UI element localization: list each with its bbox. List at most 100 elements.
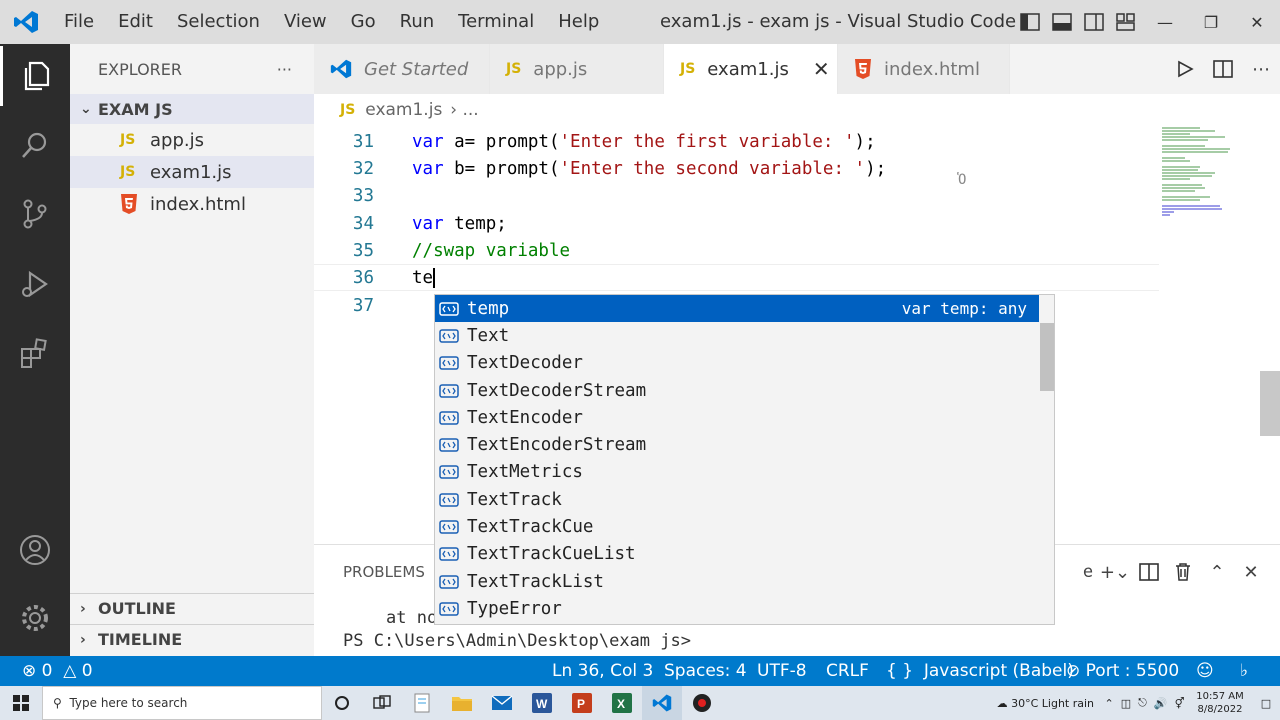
tab-problems[interactable]: PROBLEMS	[343, 563, 425, 581]
code-line[interactable]: 33	[314, 182, 1159, 209]
terminal-prompt[interactable]: PS C:\Users\Admin\Desktop\exam js>	[343, 631, 691, 651]
suggestion-detail: var temp: any	[901, 299, 1027, 319]
suggestion-item[interactable]: TextTrack	[435, 486, 1039, 513]
code-string: 'Enter the first variable: '	[559, 131, 855, 152]
code-line[interactable]: 35 //swap variable	[314, 237, 1159, 264]
excel-icon[interactable]: X	[602, 686, 642, 720]
explorer-icon[interactable]	[0, 46, 70, 106]
file-label: index.html	[150, 193, 246, 215]
usb-icon[interactable]: ⎋	[1138, 696, 1147, 710]
close-panel-icon[interactable]: ✕	[1234, 562, 1268, 583]
code-line[interactable]: 34 var temp;	[314, 210, 1159, 237]
code-line[interactable]: 32 var b= prompt('Enter the second varia…	[314, 155, 1159, 182]
trash-icon[interactable]	[1166, 562, 1200, 582]
close-tab-icon[interactable]: ✕	[813, 57, 830, 81]
restore-icon[interactable]: ❐	[1188, 0, 1234, 44]
menu-run[interactable]: Run	[388, 0, 447, 44]
file-explorer-icon[interactable]	[442, 686, 482, 720]
tab-app-js[interactable]: JS app.js	[490, 44, 664, 94]
notifications-bell-icon[interactable]: ♭	[1240, 656, 1248, 686]
indentation[interactable]: Spaces: 4	[664, 656, 747, 686]
activity-bar	[0, 44, 70, 656]
suggestion-item[interactable]: TextTrackList	[435, 568, 1039, 595]
suggestion-item[interactable]: TextDecoder	[435, 350, 1039, 377]
code-line[interactable]: 31 var a= prompt('Enter the first variab…	[314, 128, 1159, 155]
suggestion-item[interactable]: Text	[435, 322, 1039, 349]
powerpoint-icon[interactable]: P	[562, 686, 602, 720]
split-terminal-icon[interactable]	[1132, 563, 1166, 581]
file-app-js[interactable]: JS app.js	[70, 124, 314, 156]
problems-status[interactable]: ⊗ 0 △ 0	[22, 656, 93, 686]
windows-start-icon[interactable]	[0, 686, 42, 720]
encoding[interactable]: UTF-8	[757, 656, 807, 686]
suggest-scrollbar[interactable]	[1040, 323, 1054, 391]
suggestion-item[interactable]: TextTrackCueList	[435, 541, 1039, 568]
cursor-position[interactable]: Ln 36, Col 3	[552, 656, 653, 686]
menu-view[interactable]: View	[272, 0, 339, 44]
folder-exam-js[interactable]: ⌄ EXAM JS	[70, 94, 314, 124]
task-view-icon[interactable]	[362, 686, 402, 720]
tab-get-started[interactable]: Get Started	[314, 44, 490, 94]
menu-selection[interactable]: Selection	[165, 0, 272, 44]
minimize-icon[interactable]: —	[1142, 0, 1188, 44]
more-actions-icon[interactable]: ⋯	[1242, 59, 1280, 80]
suggestion-item[interactable]: TypeError	[435, 595, 1039, 622]
file-index-html[interactable]: index.html	[70, 188, 314, 220]
tab-exam1-js[interactable]: JS exam1.js ✕	[664, 44, 838, 94]
timeline-section[interactable]: › TIMELINE	[70, 624, 314, 654]
feedback-icon[interactable]: ☺	[1196, 656, 1214, 686]
live-server-port[interactable]: ⊘ Port : 5500	[1066, 656, 1179, 686]
accounts-icon[interactable]	[0, 520, 70, 580]
notification-center-icon[interactable]: □	[1252, 697, 1280, 710]
network-icon[interactable]: ◫	[1121, 697, 1131, 710]
volume-icon[interactable]: 🔊	[1154, 697, 1168, 710]
suggestion-item-selected[interactable]: temp var temp: any	[435, 295, 1039, 323]
tab-index-html[interactable]: index.html	[838, 44, 1010, 94]
suggestion-item[interactable]: TextEncoder	[435, 404, 1039, 431]
customize-layout-icon[interactable]	[1110, 0, 1142, 44]
new-terminal-icon[interactable]: +⌄	[1098, 562, 1132, 583]
file-exam1-js[interactable]: JS exam1.js	[70, 156, 314, 188]
line-ending[interactable]: CRLF	[826, 656, 869, 686]
maximize-panel-icon[interactable]: ⌃	[1200, 562, 1234, 583]
minimap[interactable]	[1160, 126, 1260, 221]
clock[interactable]: 10:57 AM 8/8/2022	[1188, 690, 1252, 716]
outline-section[interactable]: › OUTLINE	[70, 593, 314, 623]
taskbar-search-input[interactable]: ⚲ Type here to search	[42, 686, 322, 720]
split-editor-icon[interactable]	[1204, 60, 1242, 78]
suggestion-item[interactable]: TextEncoderStream	[435, 431, 1039, 458]
editor-scrollbar[interactable]	[1260, 371, 1280, 436]
run-file-icon[interactable]	[1166, 60, 1204, 78]
tray-chevron-up-icon[interactable]: ⌃	[1105, 697, 1114, 710]
suggestion-item[interactable]: TextMetrics	[435, 459, 1039, 486]
notepad-icon[interactable]	[402, 686, 442, 720]
settings-gear-icon[interactable]	[0, 588, 70, 648]
suggestion-item[interactable]: TextTrackCue	[435, 513, 1039, 540]
toggle-secondary-sidebar-icon[interactable]	[1078, 0, 1110, 44]
recorder-icon[interactable]	[682, 686, 722, 720]
breadcrumb-file[interactable]: exam1.js	[365, 100, 442, 120]
breadcrumb-separator[interactable]: › ...	[450, 100, 478, 120]
menu-edit[interactable]: Edit	[106, 0, 165, 44]
extensions-icon[interactable]	[0, 324, 70, 384]
close-window-icon[interactable]: ✕	[1234, 0, 1280, 44]
run-debug-icon[interactable]	[0, 254, 70, 314]
weather-text[interactable]: 30°C Light rain	[1011, 697, 1094, 710]
search-icon[interactable]	[0, 116, 70, 176]
source-control-icon[interactable]	[0, 184, 70, 244]
cortana-icon[interactable]	[322, 686, 362, 720]
menu-go[interactable]: Go	[339, 0, 388, 44]
word-icon[interactable]: W	[522, 686, 562, 720]
mail-icon[interactable]	[482, 686, 522, 720]
suggestion-item[interactable]: TextDecoderStream	[435, 377, 1039, 404]
toggle-panel-icon[interactable]	[1046, 0, 1078, 44]
explorer-more-icon[interactable]: ···	[277, 60, 292, 79]
language-mode[interactable]: { } Javascript (Babel)	[886, 656, 1074, 686]
menu-terminal[interactable]: Terminal	[446, 0, 546, 44]
toggle-sidebar-icon[interactable]	[1014, 0, 1046, 44]
autocomplete-list[interactable]: temp var temp: any Text TextDecoder Text…	[434, 294, 1055, 625]
vscode-taskbar-icon[interactable]	[642, 686, 682, 720]
microphone-icon[interactable]: ⚥	[1175, 697, 1185, 710]
code-line-current[interactable]: 36 te	[314, 264, 1159, 291]
menu-file[interactable]: File	[52, 0, 106, 44]
